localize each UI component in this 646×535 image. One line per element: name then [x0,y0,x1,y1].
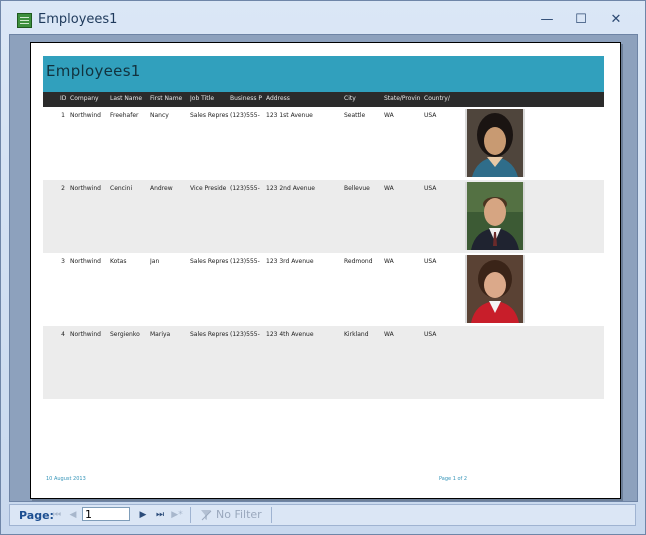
no-filter-button[interactable]: No Filter [216,508,262,521]
cell-job-title: Sales Represe [190,258,228,265]
report-header: Employees1 [43,56,604,92]
filter-icon [201,510,212,521]
cell-phone: (123)555- [230,112,260,119]
next-page-icon[interactable]: ▶ [136,508,150,522]
report-title: Employees1 [46,62,141,80]
cell-job-title: Sales Represe [190,331,228,338]
cell-address: 123 2nd Avenue [266,185,315,192]
column-header: Last Name [110,95,143,102]
cell-company: Northwind [70,331,101,338]
cell-phone: (123)555- [230,258,260,265]
column-header: Business P [230,95,262,102]
report-date: 10 August 2013 [46,476,86,482]
cell-last-name: Freehafer [110,112,139,119]
cell-first-name: Andrew [150,185,173,192]
minimize-button[interactable]: — [536,11,558,29]
table-row: 4 Northwind Sergienko Mariya Sales Repre… [43,326,604,399]
close-button[interactable]: ✕ [605,11,627,29]
report-page: Employees1 ID Company Last Name First Na… [30,42,621,499]
cell-job-title: Vice Preside [190,185,227,192]
column-header: Company [70,95,99,102]
cell-country: USA [424,185,437,192]
cell-last-name: Sergienko [110,331,140,338]
window-title: Employees1 [38,12,118,27]
cell-first-name: Jan [150,258,160,265]
report-window: Employees1 — ☐ ✕ Employees1 ID Company L… [0,0,646,535]
cell-country: USA [424,331,437,338]
cell-city: Redmond [344,258,373,265]
separator [190,507,191,523]
page-label: Page: [19,509,54,522]
employee-photo [465,255,525,323]
cell-company: Northwind [70,258,101,265]
cell-address: 123 4th Avenue [266,331,314,338]
cell-city: Seattle [344,112,366,119]
column-header: Country/ [424,95,450,102]
table-row: 1 Northwind Freehafer Nancy Sales Repres… [43,107,604,180]
separator [271,507,272,523]
cell-company: Northwind [70,185,101,192]
record-navigation-bar: Page: ⏮ ◀ 1 ▶ ⏭ ▶* No Filter [9,504,636,526]
column-header: Job Title [190,95,215,102]
cell-first-name: Nancy [150,112,169,119]
cell-company: Northwind [70,112,101,119]
cell-phone: (123)555- [230,185,260,192]
cell-address: 123 3rd Avenue [266,258,314,265]
cell-job-title: Sales Represe [190,112,228,119]
cell-state: WA [384,185,394,192]
cell-phone: (123)555- [230,331,260,338]
first-page-icon[interactable]: ⏮ [50,508,64,522]
employee-photo [465,182,525,250]
cell-last-name: Cencini [110,185,133,192]
employee-photo [465,109,525,177]
column-header: First Name [150,95,183,102]
cell-state: WA [384,258,394,265]
maximize-button[interactable]: ☐ [570,11,592,29]
cell-state: WA [384,112,394,119]
cell-id: 3 [61,258,65,265]
report-icon [17,13,32,28]
print-preview-area[interactable]: Employees1 ID Company Last Name First Na… [9,34,638,502]
cell-id: 2 [61,185,65,192]
column-header-row: ID Company Last Name First Name Job Titl… [43,92,604,107]
table-row: 3 Northwind Kotas Jan Sales Represe (123… [43,253,604,326]
new-page-icon[interactable]: ▶* [170,508,184,522]
page-indicator: Page 1 of 2 [439,476,468,482]
cell-address: 123 1st Avenue [266,112,313,119]
column-header: Address [266,95,290,102]
title-bar[interactable]: Employees1 — ☐ ✕ [1,1,645,31]
cell-country: USA [424,112,437,119]
cell-id: 4 [61,331,65,338]
column-header: City [344,95,356,102]
cell-first-name: Mariya [150,331,171,338]
cell-city: Kirkland [344,331,369,338]
cell-last-name: Kotas [110,258,127,265]
cell-country: USA [424,258,437,265]
column-header: State/Provin [384,95,421,102]
cell-city: Bellevue [344,185,370,192]
table-row: 2 Northwind Cencini Andrew Vice Preside … [43,180,604,253]
cell-state: WA [384,331,394,338]
cell-id: 1 [61,112,65,119]
last-page-icon[interactable]: ⏭ [153,508,167,522]
prev-page-icon[interactable]: ◀ [66,508,80,522]
column-header: ID [60,95,67,102]
page-number-input[interactable]: 1 [82,507,130,521]
